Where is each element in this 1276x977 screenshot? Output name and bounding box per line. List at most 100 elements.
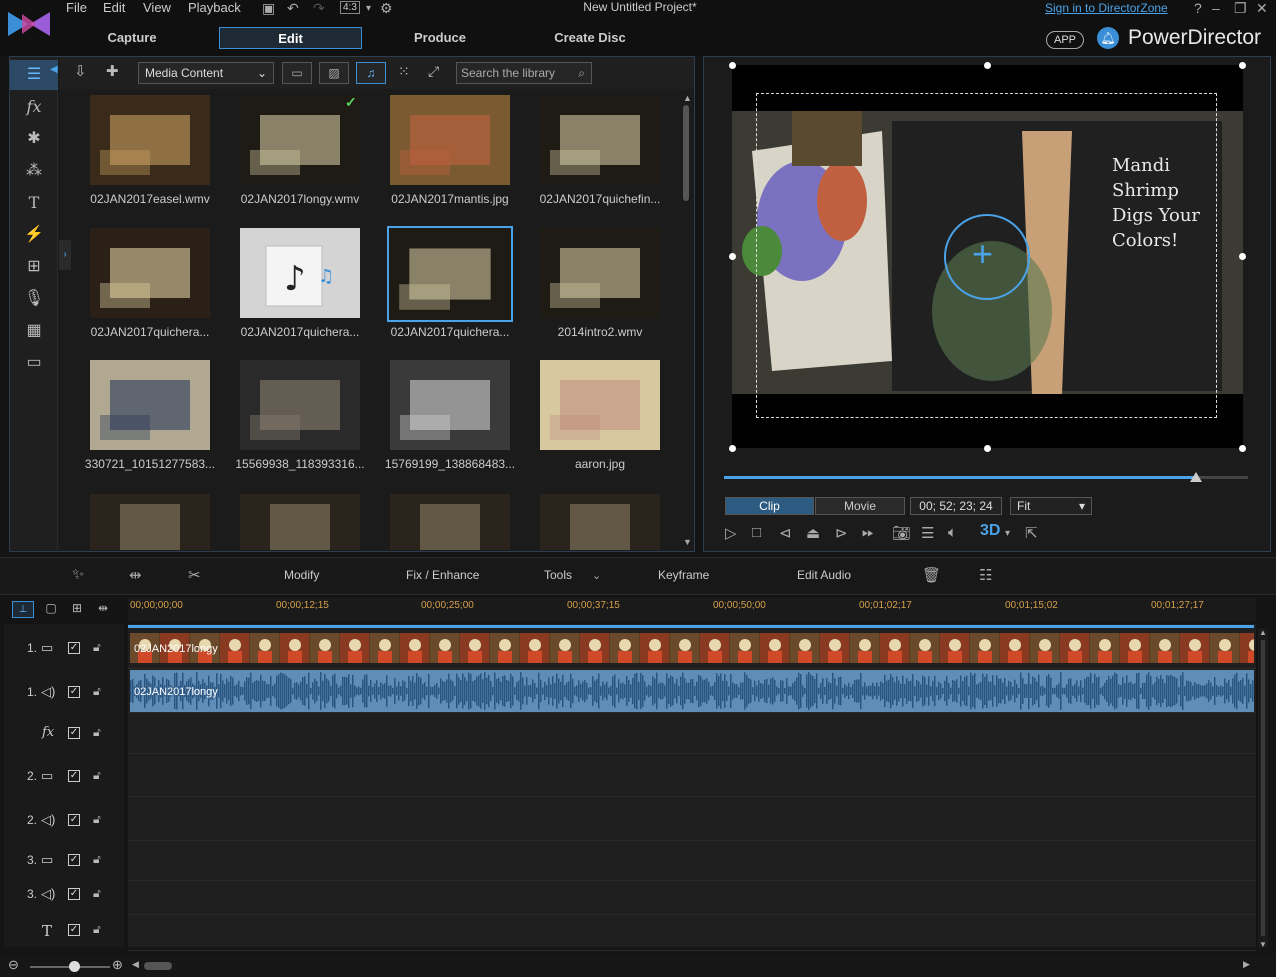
track-enable-checkbox[interactable]: ✓ — [68, 888, 80, 900]
expand-left-icon[interactable]: ◀ — [50, 64, 58, 75]
scroll-left-icon[interactable]: ◀ — [132, 959, 139, 970]
trim-icon[interactable]: ⇹ — [129, 566, 142, 584]
resize-handle[interactable] — [1239, 445, 1246, 452]
grid-view-icon[interactable]: ⁙ — [398, 63, 410, 80]
import-icon[interactable]: ⇩ — [74, 62, 87, 80]
lock-icon[interactable]: 🔓︎ — [93, 886, 101, 901]
audio-mixing-icon[interactable]: ⊞ — [10, 252, 58, 282]
media-thumbnail[interactable] — [240, 494, 360, 550]
resize-handle[interactable] — [729, 62, 736, 69]
split-scissors-icon[interactable]: ✂ — [188, 566, 201, 584]
movie-mode-button[interactable]: Movie — [815, 497, 905, 515]
track-enable-checkbox[interactable]: ✓ — [68, 854, 80, 866]
media-thumbnail[interactable] — [540, 494, 660, 550]
modify-button[interactable]: Modify — [284, 568, 319, 582]
audio-clip[interactable]: 02JAN2017longy — [130, 670, 1254, 712]
restore-icon[interactable]: ❐ — [1234, 0, 1247, 17]
media-thumbnail[interactable] — [390, 95, 510, 185]
app-badge[interactable]: APP — [1046, 31, 1084, 49]
previous-frame-icon[interactable]: ⊲ — [779, 524, 792, 542]
lock-icon[interactable]: 🔓︎ — [93, 725, 101, 740]
help-icon[interactable]: ? — [1194, 0, 1202, 16]
media-thumbnail[interactable] — [90, 228, 210, 318]
expand-panel-icon[interactable]: › — [59, 240, 71, 270]
gear-icon[interactable]: ⚙ — [380, 0, 393, 17]
next-frame-icon[interactable]: ⊳ — [835, 524, 848, 542]
media-thumbnail[interactable] — [540, 95, 660, 185]
chevron-down-icon[interactable]: ▾ — [1005, 528, 1010, 539]
media-thumbnail[interactable]: ♪ ♫ — [240, 228, 360, 318]
resize-handle[interactable] — [729, 445, 736, 452]
chevron-down-icon[interactable]: ⌄ — [592, 569, 601, 582]
media-thumbnail[interactable] — [240, 95, 360, 185]
media-thumbnail[interactable] — [540, 360, 660, 450]
split-icon[interactable]: ⏏ — [806, 524, 820, 542]
menu-file[interactable]: File — [66, 0, 87, 15]
aspect-ratio-button[interactable]: 4:3 — [340, 1, 360, 14]
magic-wand-icon[interactable]: ✨︎ — [72, 566, 84, 583]
resize-handle[interactable] — [729, 253, 736, 260]
resize-handle[interactable] — [984, 62, 991, 69]
library-scrollbar[interactable]: ▲ ▼ — [681, 93, 692, 547]
fit-timeline-icon[interactable]: ⊞ — [72, 601, 82, 615]
zoom-select[interactable]: Fit ▾ — [1010, 497, 1092, 515]
lock-icon[interactable]: 🔓︎ — [93, 640, 101, 655]
undock-icon[interactable]: ⇱ — [1025, 524, 1038, 542]
chevron-down-icon[interactable]: ▾ — [366, 3, 371, 14]
3d-button[interactable]: 3D — [980, 522, 1000, 540]
media-thumbnail[interactable] — [90, 360, 210, 450]
timeline-scrollbar[interactable]: ▲ ▼ — [1258, 628, 1268, 949]
fix-enhance-button[interactable]: Fix / Enhance — [406, 568, 479, 582]
keyframe-button[interactable]: Keyframe — [658, 568, 709, 582]
scroll-right-icon[interactable]: ▶ — [1243, 959, 1250, 970]
lock-icon[interactable]: 🔓︎ — [93, 852, 101, 867]
fast-forward-icon[interactable]: ⏩︎ — [862, 524, 874, 541]
track-enable-checkbox[interactable]: ✓ — [68, 814, 80, 826]
title-room-icon[interactable]: T — [10, 188, 58, 218]
undo-icon[interactable]: ↶ — [287, 0, 299, 17]
plugin-icon[interactable]: ✚ — [106, 62, 119, 80]
list-icon[interactable]: ☷ — [979, 566, 992, 584]
pip-room-icon[interactable]: ✱ — [10, 124, 58, 154]
content-select[interactable]: Media Content ⌄ — [138, 62, 274, 84]
tools-button[interactable]: Tools — [544, 568, 572, 582]
zoom-in-icon[interactable]: ⊕ — [112, 957, 123, 973]
menu-playback[interactable]: Playback — [188, 0, 241, 15]
media-thumbnail[interactable] — [387, 226, 513, 322]
minimize-icon[interactable]: – — [1212, 0, 1220, 16]
snapshot-icon[interactable]: 📷︎ — [892, 524, 911, 542]
tab-edit[interactable]: Edit — [219, 27, 362, 49]
play-icon[interactable]: ▷ — [725, 524, 737, 542]
media-thumbnail[interactable] — [390, 494, 510, 550]
fx-room-icon[interactable]: fx — [10, 92, 58, 122]
menu-view[interactable]: View — [143, 0, 171, 15]
timecode-display[interactable]: 00; 52; 23; 24 — [910, 497, 1002, 515]
zoom-fit-icon[interactable]: ⇹ — [98, 601, 108, 615]
horizontal-scroll-thumb[interactable] — [144, 962, 172, 970]
search-input[interactable]: Search the library ⌕ — [456, 62, 592, 84]
video-clip[interactable]: 02JAN2017longy — [130, 633, 1254, 663]
resize-handle[interactable] — [1239, 62, 1246, 69]
voiceover-icon[interactable]: 🎙︎ — [10, 284, 58, 314]
work-area-bar[interactable] — [128, 625, 1254, 628]
filter-image-button[interactable]: ▨ — [319, 62, 349, 84]
track-enable-checkbox[interactable]: ✓ — [68, 642, 80, 654]
media-thumbnail[interactable] — [240, 360, 360, 450]
track-enable-checkbox[interactable]: ✓ — [68, 727, 80, 739]
clip-mode-button[interactable]: Clip — [725, 497, 814, 515]
resize-handle[interactable] — [984, 445, 991, 452]
media-thumbnail[interactable] — [390, 360, 510, 450]
redo-icon[interactable]: ↷ — [313, 0, 325, 17]
resize-icon[interactable]: ⤢ — [428, 63, 439, 80]
volume-icon[interactable]: 🔈︎ — [948, 524, 957, 541]
timeline-view-icon[interactable]: ⊥ — [12, 601, 34, 618]
particle-room-icon[interactable]: ⁂ — [10, 156, 58, 186]
track-enable-checkbox[interactable]: ✓ — [68, 686, 80, 698]
search-icon[interactable]: ⌕ — [578, 63, 585, 83]
tab-capture[interactable]: Capture — [92, 27, 172, 49]
notification-bell-icon[interactable]: 🔔︎ — [1097, 27, 1119, 49]
lock-icon[interactable]: 🔓︎ — [93, 684, 101, 699]
media-thumbnail[interactable] — [90, 95, 210, 185]
lock-icon[interactable]: 🔓︎ — [93, 922, 101, 937]
storyboard-view-icon[interactable]: ▢ — [40, 601, 62, 618]
